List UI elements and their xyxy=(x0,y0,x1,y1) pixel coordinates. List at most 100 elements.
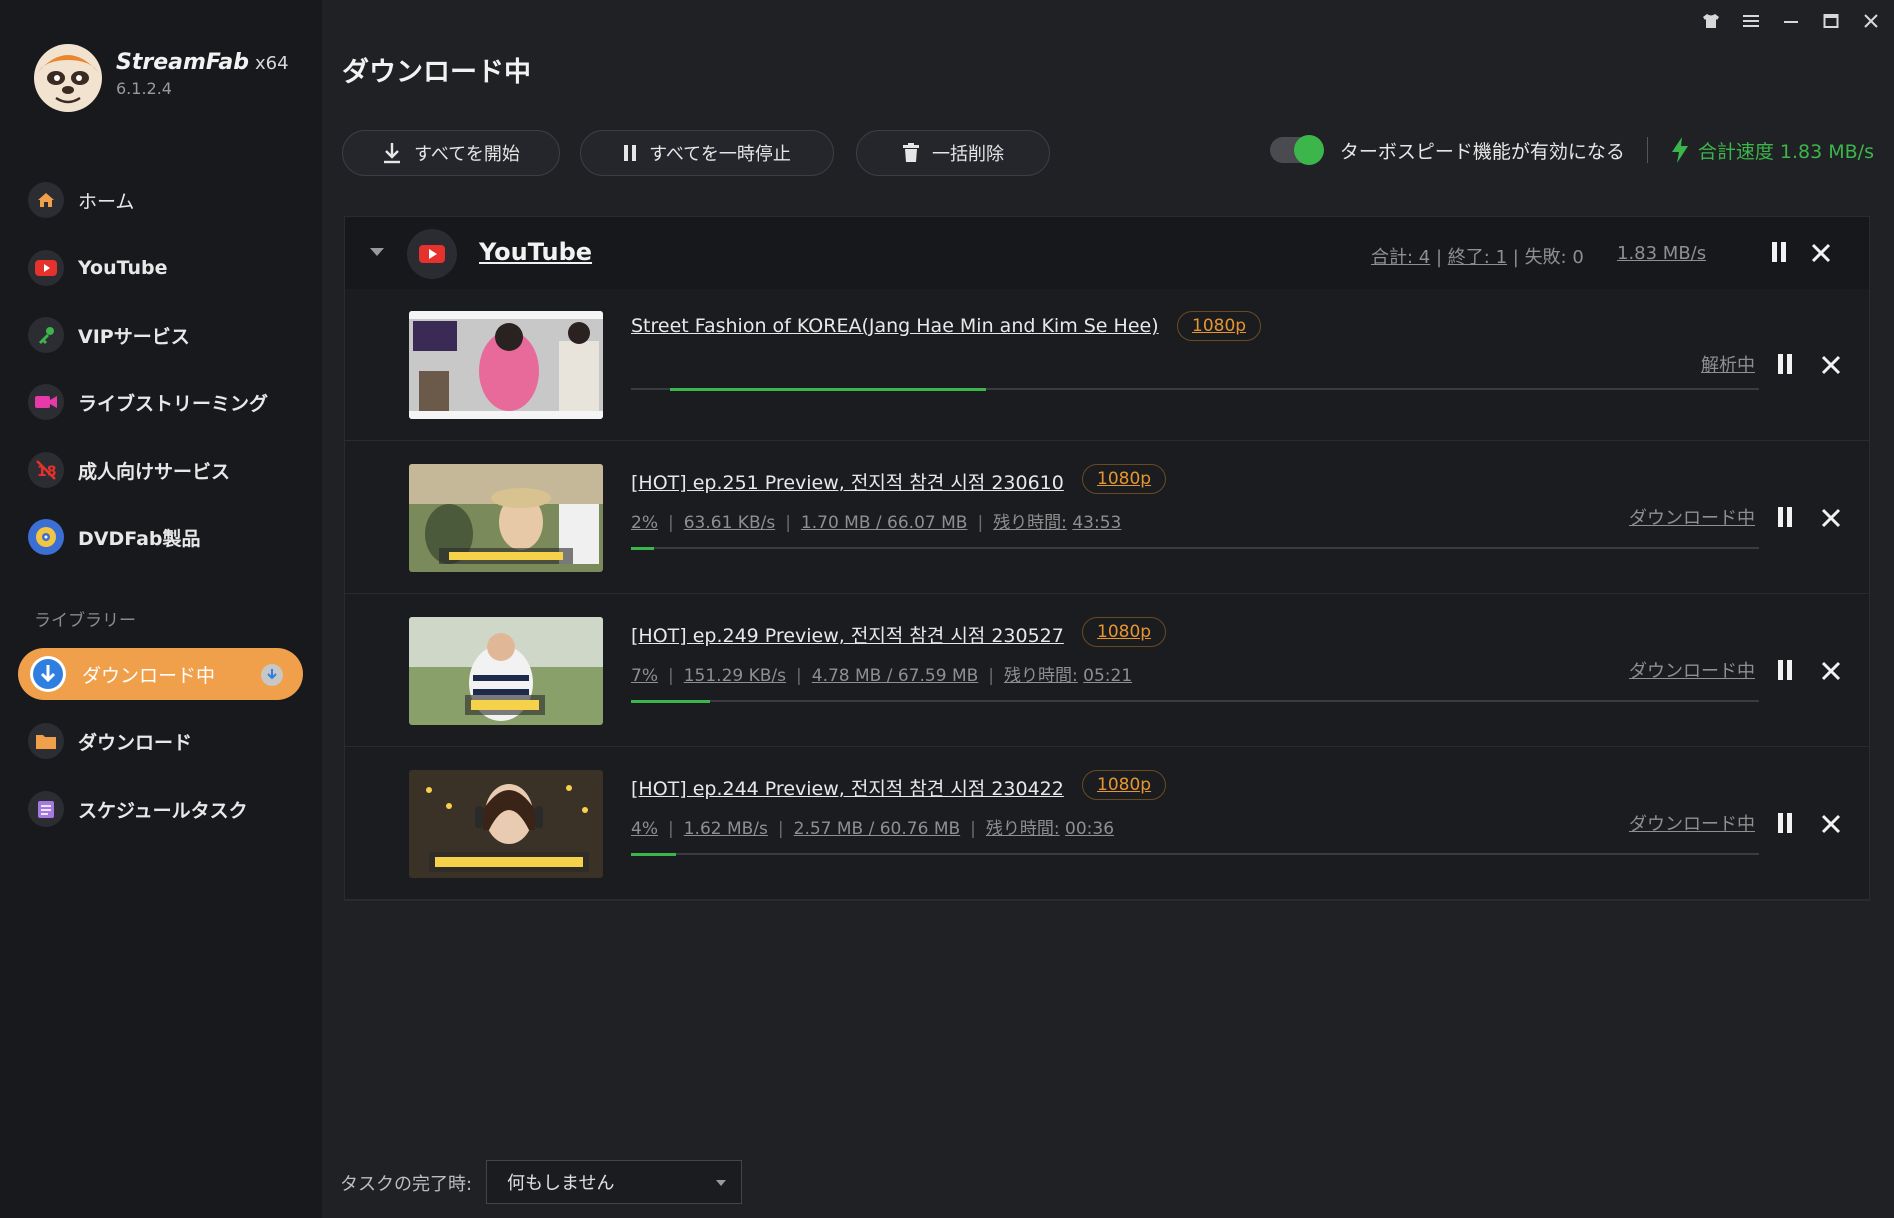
completion-action-value: 何もしません xyxy=(507,1173,615,1194)
notification-badge-icon xyxy=(261,664,283,686)
progress-fill xyxy=(631,852,677,856)
sidebar-item-label: ダウンロード中 xyxy=(82,664,216,687)
completion-action-select[interactable]: 何もしません xyxy=(486,1160,742,1204)
task-percent: 2% xyxy=(631,513,658,533)
youtube-download-group: YouTube 合計: 4 | 終了: 1 | 失敗: 0 1.83 MB/s xyxy=(344,216,1870,901)
youtube-icon xyxy=(407,229,457,279)
sidebar-item-downloaded[interactable]: ダウンロード xyxy=(28,717,298,765)
task-close-button[interactable] xyxy=(1821,508,1841,528)
task-title[interactable]: Street Fashion of KOREA(Jang Hae Min and… xyxy=(631,315,1159,337)
pause-all-button[interactable]: すべてを一時停止 xyxy=(580,130,834,176)
turbo-section: ターボスピード機能が有効になる 合計速度 1.83 MB/s xyxy=(1269,135,1874,165)
divider xyxy=(1646,137,1648,163)
app-version: 6.1.2.4 xyxy=(116,79,172,98)
task-pause-button[interactable] xyxy=(1777,812,1793,834)
task-remaining: 43:53 xyxy=(1072,513,1122,533)
video-thumbnail xyxy=(409,617,603,725)
resolution-badge: 1080p xyxy=(1082,617,1167,647)
task-pause-button[interactable] xyxy=(1777,659,1793,681)
group-close-button[interactable] xyxy=(1811,243,1831,263)
task-speed: 151.29 KB/s xyxy=(683,666,787,686)
app-arch: x64 xyxy=(255,53,289,74)
sidebar: StreamFab x64 6.1.2.4 ホーム YouTube VIPサービス… xyxy=(0,0,322,1218)
task-meta: 2% | 63.61 KB/s | 1.70 MB / 66.07 MB | 残り時間: 4… xyxy=(631,513,1122,533)
group-pause-button[interactable] xyxy=(1771,241,1787,263)
task-status[interactable]: ダウンロード中 xyxy=(1629,810,1755,836)
progress-fill xyxy=(670,387,987,391)
maximize-icon[interactable] xyxy=(1822,12,1840,30)
group-total[interactable]: 合計: 4 xyxy=(1371,247,1430,268)
progress-track xyxy=(631,699,1759,703)
brand: StreamFab x64 6.1.2.4 xyxy=(116,50,289,98)
close-window-icon[interactable] xyxy=(1862,12,1880,30)
task-remaining-label: 残り時間: xyxy=(993,513,1067,533)
sidebar-item-label: スケジュールタスク xyxy=(78,799,248,822)
folder-icon xyxy=(28,723,64,759)
start-all-button[interactable]: すべてを開始 xyxy=(342,130,560,176)
resolution-badge: 1080p xyxy=(1177,311,1262,341)
progress-track xyxy=(631,387,1759,391)
task-title[interactable]: [HOT] ep.251 Preview, 전지적 참견 시점 230610 xyxy=(631,468,1064,495)
task-speed: 63.61 KB/s xyxy=(683,513,776,533)
task-size: 4.78 MB / 67.59 MB xyxy=(811,666,979,686)
task-title[interactable]: [HOT] ep.249 Preview, 전지적 참견 시점 230527 xyxy=(631,621,1064,648)
lightning-icon xyxy=(1671,137,1688,163)
turbo-label: ターボスピード機能が有効になる xyxy=(1339,140,1625,163)
pause-all-label: すべてを一時停止 xyxy=(649,144,791,165)
total-speed: 合計速度 1.83 MB/s xyxy=(1670,136,1874,164)
task-status[interactable]: ダウンロード中 xyxy=(1629,657,1755,683)
sidebar-item-live[interactable]: ライブストリーミング xyxy=(28,378,298,426)
video-thumbnail xyxy=(409,311,603,419)
group-finished[interactable]: 終了: 1 xyxy=(1448,247,1507,268)
sidebar-item-vip[interactable]: VIPサービス xyxy=(28,311,298,359)
task-row: [HOT] ep.244 Preview, 전지적 참견 시점 230422 1… xyxy=(345,748,1869,900)
task-close-button[interactable] xyxy=(1821,661,1841,681)
progress-track xyxy=(631,546,1759,550)
task-remaining: 00:36 xyxy=(1065,819,1115,839)
task-title[interactable]: [HOT] ep.244 Preview, 전지적 참견 시점 230422 xyxy=(631,774,1064,801)
main-panel: ダウンロード中 すべてを開始 すべてを一時停止 一括削除 ターボスピード機能が有… xyxy=(322,0,1894,1218)
window-controls xyxy=(1702,12,1880,30)
sidebar-item-home[interactable]: ホーム xyxy=(28,176,298,224)
task-remaining-label: 残り時間: xyxy=(1004,666,1078,686)
app-name: StreamFab xyxy=(116,50,249,75)
group-stats: 合計: 4 | 終了: 1 | 失敗: 0 xyxy=(1371,247,1584,268)
task-remaining: 05:21 xyxy=(1083,666,1133,686)
video-thumbnail xyxy=(409,770,603,878)
task-close-button[interactable] xyxy=(1821,814,1841,834)
task-percent: 4% xyxy=(631,819,658,839)
task-size: 2.57 MB / 60.76 MB xyxy=(793,819,961,839)
adult-icon: 18 xyxy=(28,452,64,488)
chevron-down-icon[interactable] xyxy=(369,247,385,257)
youtube-icon xyxy=(28,250,64,286)
task-pause-button[interactable] xyxy=(1777,506,1793,528)
task-status[interactable]: ダウンロード中 xyxy=(1629,504,1755,530)
sidebar-item-dvdfab[interactable]: DVDFab製品 xyxy=(28,513,298,561)
resolution-badge: 1080p xyxy=(1082,770,1167,800)
menu-icon[interactable] xyxy=(1742,12,1760,30)
sidebar-item-label: 成人向けサービス xyxy=(78,460,231,483)
group-title[interactable]: YouTube xyxy=(479,238,592,266)
skin-icon[interactable] xyxy=(1702,12,1720,30)
minimize-icon[interactable] xyxy=(1782,12,1800,30)
sidebar-item-label: ダウンロード xyxy=(78,731,193,754)
sidebar-item-adult[interactable]: 18 成人向けサービス xyxy=(28,446,298,494)
dvdfab-icon xyxy=(28,519,64,555)
task-close-button[interactable] xyxy=(1821,355,1841,375)
delete-all-button[interactable]: 一括削除 xyxy=(856,130,1050,176)
task-pause-button[interactable] xyxy=(1777,353,1793,375)
task-status[interactable]: 解析中 xyxy=(1701,351,1755,377)
task-size: 1.70 MB / 66.07 MB xyxy=(800,513,968,533)
group-failed: 失敗: 0 xyxy=(1524,247,1584,268)
sidebar-item-downloading[interactable]: ダウンロード中 xyxy=(18,648,303,700)
task-meta: 7% | 151.29 KB/s | 4.78 MB / 67.59 MB | 残り時間: … xyxy=(631,666,1133,686)
turbo-toggle[interactable] xyxy=(1269,135,1324,165)
start-all-label: すべてを開始 xyxy=(414,144,520,165)
progress-fill xyxy=(631,699,710,703)
streamfab-logo-icon xyxy=(34,44,102,112)
page-title: ダウンロード中 xyxy=(342,57,531,88)
sidebar-item-youtube[interactable]: YouTube xyxy=(28,244,298,292)
library-section-label: ライブラリー xyxy=(34,611,136,631)
sidebar-item-label: DVDFab製品 xyxy=(78,527,201,550)
sidebar-item-schedule[interactable]: スケジュールタスク xyxy=(28,785,298,833)
